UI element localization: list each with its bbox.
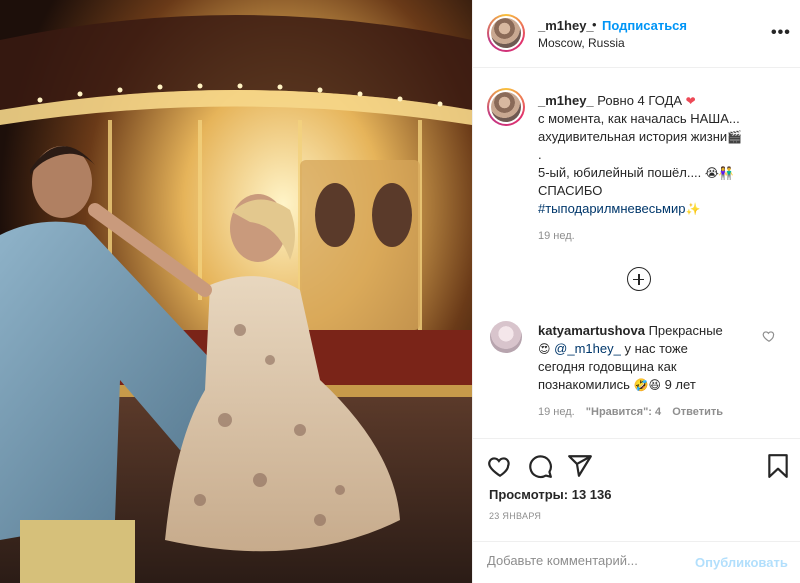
plus-circle-icon[interactable]	[627, 267, 651, 291]
caption-line: 5-ый, юбилейный пошёл....	[538, 165, 702, 180]
comment-icon[interactable]	[527, 453, 553, 479]
avatar-image	[491, 18, 521, 48]
reply-button[interactable]: Ответить	[672, 406, 723, 418]
separator-dot: •	[592, 17, 597, 32]
author-username[interactable]: _m1hey_	[538, 18, 594, 33]
red-heart-emoji: ❤	[685, 94, 696, 108]
comment-likes-count[interactable]: "Нравится": 4	[586, 406, 661, 418]
laughing-emoji: 🤣😆	[633, 378, 661, 392]
post-header: _m1hey_ • Подписаться Moscow, Russia •••	[473, 0, 800, 68]
heart-icon[interactable]	[762, 329, 776, 343]
comment-text: у нас тоже	[624, 341, 688, 356]
caption-text: Ровно 4 ГОДА	[597, 93, 682, 108]
views-count[interactable]: Просмотры: 13 136	[489, 487, 611, 502]
post-side-panel: _m1hey_ • Подписаться Moscow, Russia •••…	[472, 0, 800, 583]
post-caption: _m1hey_ Ровно 4 ГОДА ❤ с момента, как на…	[538, 92, 788, 218]
comment-text: познакомились	[538, 377, 630, 392]
video-frame	[0, 0, 472, 583]
caption-line: ахудивительная история жизни	[538, 129, 728, 144]
follow-button[interactable]: Подписаться	[602, 18, 687, 33]
caption-avatar[interactable]	[487, 88, 525, 126]
comment-mention[interactable]: @_m1hey_	[554, 341, 621, 356]
more-options-icon[interactable]: •••	[771, 24, 791, 42]
heart-icon[interactable]	[487, 453, 513, 479]
commenter-username[interactable]: katyamartushova	[538, 323, 645, 338]
heart-eyes-emoji: 😍	[538, 342, 551, 356]
sparkles-emoji: ✨	[685, 202, 701, 216]
caption-timestamp[interactable]: 19 нед.	[538, 230, 575, 242]
publish-button[interactable]: Опубликовать	[695, 555, 788, 570]
hashtag-link[interactable]: #тыподарилмневесьмир	[538, 201, 685, 216]
comment-meta: 19 нед. "Нравится": 4 Ответить	[538, 406, 731, 418]
share-icon[interactable]	[567, 453, 593, 479]
avatar-image	[491, 92, 521, 122]
post-media[interactable]	[0, 0, 472, 583]
caption-line: с момента, как началась НАША...	[538, 111, 740, 126]
clapper-emoji: 🎬	[727, 130, 743, 144]
comment-input[interactable]	[487, 553, 687, 568]
bookmark-icon[interactable]	[765, 453, 791, 479]
post-date[interactable]: 23 ЯНВАРЯ	[489, 511, 541, 521]
comment-item: katyamartushova Прекрасные 😍 @_m1hey_ у …	[538, 322, 770, 394]
crying-couple-emoji: 😭👫	[704, 166, 734, 180]
comment-text: сегодня годовщина как	[538, 359, 677, 374]
caption-line: СПАСИБО	[538, 183, 603, 198]
comment-timestamp[interactable]: 19 нед.	[538, 406, 575, 418]
post-location[interactable]: Moscow, Russia	[538, 36, 625, 50]
views-label: Просмотры:	[489, 487, 569, 502]
views-number: 13 136	[571, 487, 612, 502]
commenter-avatar[interactable]	[490, 321, 522, 353]
post-actions: Просмотры: 13 136 23 ЯНВАРЯ Опубликовать	[473, 438, 800, 583]
caption-username[interactable]: _m1hey_	[538, 93, 594, 108]
add-comment-bar: Опубликовать	[473, 541, 800, 583]
comment-text: 9 лет	[664, 377, 696, 392]
author-avatar[interactable]	[487, 14, 525, 52]
caption-line: .	[538, 147, 542, 162]
comment-text: Прекрасные	[648, 323, 723, 338]
